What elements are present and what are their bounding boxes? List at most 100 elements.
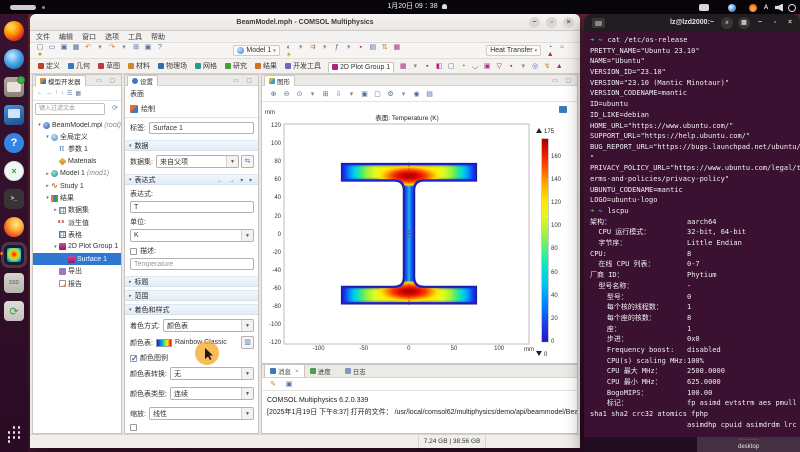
toolbar-icon[interactable]: ▦ — [72, 43, 81, 51]
toolbar-icon[interactable]: ▾ — [296, 43, 305, 51]
dock-item[interactable] — [0, 420, 28, 448]
menu-item[interactable]: 选项 — [105, 32, 119, 42]
terminal-content[interactable]: ➜~cat /etc/os-releasePRETTY_NAME="Ubuntu… — [584, 32, 800, 452]
color-legend-checkbox[interactable] — [130, 355, 137, 362]
dock-icon[interactable]: SSD — [4, 273, 24, 293]
expand-arrow-icon[interactable]: ▾ — [52, 244, 59, 250]
tree-item[interactable]: ▾结果 — [33, 192, 121, 204]
section-range[interactable]: ▸范围 — [125, 290, 258, 301]
toolbar-icon[interactable]: ⊞ — [132, 43, 141, 51]
dock-icon[interactable] — [4, 21, 24, 41]
dock-icon[interactable]: × — [4, 161, 24, 181]
panel-controls[interactable]: ▭ ▢ — [552, 77, 574, 84]
graphics-tool-icon[interactable]: ⊖ — [282, 90, 291, 98]
maximize-button[interactable]: ▫ — [546, 17, 557, 28]
graphics-tool-icon[interactable]: ▾ — [399, 90, 408, 98]
dock-item[interactable] — [0, 101, 28, 129]
dock-item[interactable] — [0, 17, 28, 45]
folder-icon[interactable] — [592, 18, 605, 28]
section-coloring[interactable]: ▾着色和样式 — [125, 304, 258, 315]
menu-item[interactable]: 窗口 — [82, 32, 96, 42]
graphics-tool-icon[interactable]: ▾ — [308, 90, 317, 98]
clock[interactable]: 1月20日 09∶38 — [0, 0, 800, 14]
panel-controls[interactable]: ▭ ▢ — [233, 77, 255, 84]
toolbar-icon[interactable]: ● — [36, 51, 45, 58]
comsol-titlebar[interactable]: BeamModel.mph - COMSOL Multiphysics −▫× — [30, 14, 580, 31]
tree-tool-icon[interactable]: ↓ — [61, 90, 64, 96]
ribbon-item[interactable]: 开发工具 — [285, 61, 321, 71]
toolbar-icon[interactable]: ≈ — [558, 44, 567, 51]
ribbon-item[interactable]: 草图 — [98, 61, 120, 71]
ribbon-item[interactable]: 研究 — [225, 61, 247, 71]
tree-item[interactable]: ▾BeamModel.mph(root) — [33, 119, 121, 131]
section-data[interactable]: ▾数据 — [125, 140, 258, 151]
dock-icon[interactable]: ? — [4, 133, 24, 153]
ribbon-icon[interactable]: ▣ — [483, 62, 492, 70]
expand-arrow-icon[interactable]: ▸ — [44, 171, 51, 177]
refresh-icon[interactable]: ⟳ — [112, 104, 118, 112]
menu-button[interactable]: ▦ — [738, 17, 750, 29]
dock-icon[interactable]: ⟳ — [4, 301, 24, 321]
graphics-tool-icon[interactable]: ⊞ — [321, 90, 330, 98]
volume-icon[interactable] — [775, 4, 783, 12]
ribbon-icon[interactable]: ▦ — [399, 62, 408, 70]
ribbon-active-group[interactable]: 2D Plot Group 1 — [328, 62, 394, 73]
dock-icon[interactable] — [4, 77, 24, 97]
dock-item[interactable]: × — [0, 157, 28, 185]
section-expression[interactable]: ▾表达式← → ▾ ▾ — [125, 174, 258, 185]
description-checkbox[interactable] — [130, 248, 137, 255]
panel-controls[interactable]: ▭ ▢ — [96, 77, 118, 84]
model-selector[interactable]: Model 1▾ — [233, 45, 279, 56]
ribbon-icon[interactable]: ▢ — [447, 62, 456, 70]
color-transform-combo[interactable]: 无▼ — [170, 367, 254, 380]
scale-combo[interactable]: 线性▼ — [149, 407, 254, 420]
toolbar-icon[interactable]: ▣ — [144, 43, 153, 51]
message-tab[interactable]: 进度 — [305, 364, 340, 377]
status-tray-icon[interactable] — [749, 4, 757, 12]
filter-input[interactable]: 键入过滤文本 — [35, 103, 105, 115]
toolbar-icon[interactable]: ▣ — [60, 43, 69, 51]
ribbon-item[interactable]: 几何 — [68, 61, 90, 71]
dock-icon[interactable] — [4, 217, 24, 237]
tree-item[interactable]: ▸数据集 — [33, 204, 121, 216]
graphics-tool-icon[interactable]: ⊙ — [295, 90, 304, 98]
toolbar-icon[interactable]: ◐ — [284, 44, 293, 51]
ribbon-icon[interactable]: ◧ — [435, 62, 444, 70]
dock-item[interactable] — [0, 241, 28, 269]
dataset-combo[interactable]: 来自父项▼ — [156, 155, 239, 168]
dock-icon[interactable] — [4, 424, 24, 444]
color-type-combo[interactable]: 连续▼ — [170, 387, 254, 400]
toolbar-icon[interactable]: ▦ — [392, 43, 401, 51]
tree-tool-icon[interactable]: ▦ — [75, 90, 81, 97]
toolbar-icon[interactable]: ↷ — [108, 43, 117, 51]
power-icon[interactable] — [788, 4, 796, 12]
graphics-tool-icon[interactable]: ◉ — [412, 90, 421, 98]
ribbon-icon[interactable]: ▾ — [411, 62, 420, 70]
terminal-close-button[interactable]: × — [785, 17, 795, 29]
expand-arrow-icon[interactable]: ▸ — [44, 183, 51, 189]
tree-item[interactable]: 派生值 — [33, 217, 121, 229]
graphics-tool-icon[interactable]: ▾ — [347, 90, 356, 98]
description-input[interactable]: Temperature — [130, 258, 254, 270]
dock-icon[interactable] — [4, 105, 24, 125]
ribbon-icon[interactable]: ▲ — [555, 63, 564, 70]
tree-item[interactable]: 参数 1 — [33, 143, 121, 155]
plot-button[interactable]: 绘制 — [130, 104, 258, 114]
tree-item[interactable]: 导出 — [33, 265, 121, 277]
dock-item[interactable]: >_ — [0, 185, 28, 213]
close-button[interactable]: × — [563, 17, 574, 28]
dock-icon[interactable]: >_ — [4, 189, 24, 209]
ribbon-icon[interactable]: ▾ — [519, 62, 528, 70]
toolbar-icon[interactable]: ▾ — [96, 43, 105, 51]
toolbar-icon[interactable]: ▤ — [368, 43, 377, 51]
ribbon-icon[interactable]: ◔ — [459, 63, 468, 70]
graphics-tab[interactable]: 图形 — [264, 75, 295, 86]
coloring-mode-combo[interactable]: 颜色表▼ — [163, 319, 254, 332]
physics-selector[interactable]: Heat Transfer▾ — [486, 45, 541, 56]
dock-item[interactable]: ? — [0, 129, 28, 157]
tree-item[interactable]: Surface 1 — [33, 253, 121, 265]
settings-tab[interactable]: 设置 — [127, 75, 158, 86]
tree-tool-icon[interactable]: ← — [37, 90, 43, 96]
terminal-titlebar[interactable]: lz@lzd2000:~ ⌕ ▦ − ▫ × — [584, 14, 800, 32]
partial-checkbox[interactable] — [130, 424, 137, 431]
